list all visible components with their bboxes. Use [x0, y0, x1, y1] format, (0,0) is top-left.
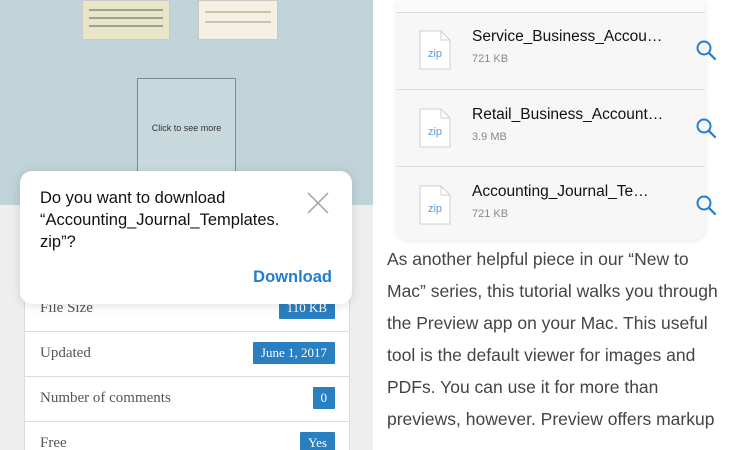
info-row-free: Free Yes — [25, 421, 349, 450]
close-icon[interactable] — [306, 191, 330, 215]
svg-text:zip: zip — [428, 48, 442, 60]
zip-file-icon: zip — [419, 185, 451, 225]
download-dialog: Do you want to download “Accounting_Jour… — [20, 171, 352, 304]
download-page-panel: Click to see more File Size 110 KB Updat… — [0, 0, 373, 450]
article-line: tool is the default viewer for images an… — [387, 345, 696, 365]
article-line: As another helpful piece in our “New to — [387, 249, 689, 269]
info-value-badge: Yes — [300, 432, 335, 450]
file-name: Accounting_Journal_Te… — [472, 183, 649, 200]
info-value-badge: June 1, 2017 — [252, 342, 335, 364]
svg-text:zip: zip — [428, 126, 442, 138]
info-row-comments: Number of comments 0 — [25, 376, 349, 422]
template-thumbnail[interactable] — [198, 0, 278, 40]
dialog-line: Do you want to download — [40, 189, 226, 207]
download-dialog-message: Do you want to download “Accounting_Jour… — [40, 187, 300, 253]
zip-file-icon: zip — [419, 30, 451, 70]
file-item[interactable]: zip Retail_Business_Account… 3.9 MB — [397, 89, 717, 166]
article-line: previews, however. Preview offers markup — [387, 409, 715, 429]
article-panel: zip Service_Business_Accou… 721 KB zip R… — [373, 0, 750, 450]
download-button[interactable]: Download — [253, 268, 332, 287]
file-size: 721 KB — [472, 208, 509, 220]
search-icon[interactable] — [695, 194, 717, 216]
file-name: Service_Business_Accou… — [472, 28, 663, 45]
search-icon[interactable] — [695, 117, 717, 139]
dialog-line: zip”? — [40, 233, 76, 251]
preview-placeholder[interactable]: Click to see more — [137, 78, 236, 180]
zip-file-icon: zip — [419, 108, 451, 148]
article-line: PDFs. You can use it for more than — [387, 377, 659, 397]
svg-text:zip: zip — [428, 203, 442, 215]
article-line: Mac” series, this tutorial walks you thr… — [387, 281, 718, 301]
dialog-line: “Accounting_Journal_Templates. — [40, 211, 280, 229]
file-size: 721 KB — [472, 53, 509, 65]
file-item[interactable]: zip Service_Business_Accou… 721 KB — [397, 12, 717, 88]
info-label: Updated — [40, 345, 91, 361]
info-value-badge: 0 — [312, 387, 335, 409]
info-label: Number of comments — [40, 390, 171, 406]
template-thumbnail[interactable] — [82, 0, 170, 40]
info-label: Free — [40, 435, 67, 450]
file-size: 3.9 MB — [472, 131, 507, 143]
download-file-list: zip Service_Business_Accou… 721 KB zip R… — [397, 0, 717, 243]
article-body: As another helpful piece in our “New to … — [387, 243, 743, 435]
file-name: Retail_Business_Account… — [472, 106, 664, 123]
article-line: the Preview app on your Mac. This useful — [387, 313, 708, 333]
info-row-updated: Updated June 1, 2017 — [25, 331, 349, 377]
file-item[interactable]: zip Accounting_Journal_Te… 721 KB — [397, 166, 717, 243]
preview-label: Click to see more — [151, 123, 222, 133]
file-info-table: File Size 110 KB Updated June 1, 2017 Nu… — [24, 285, 350, 450]
search-icon[interactable] — [695, 39, 717, 61]
